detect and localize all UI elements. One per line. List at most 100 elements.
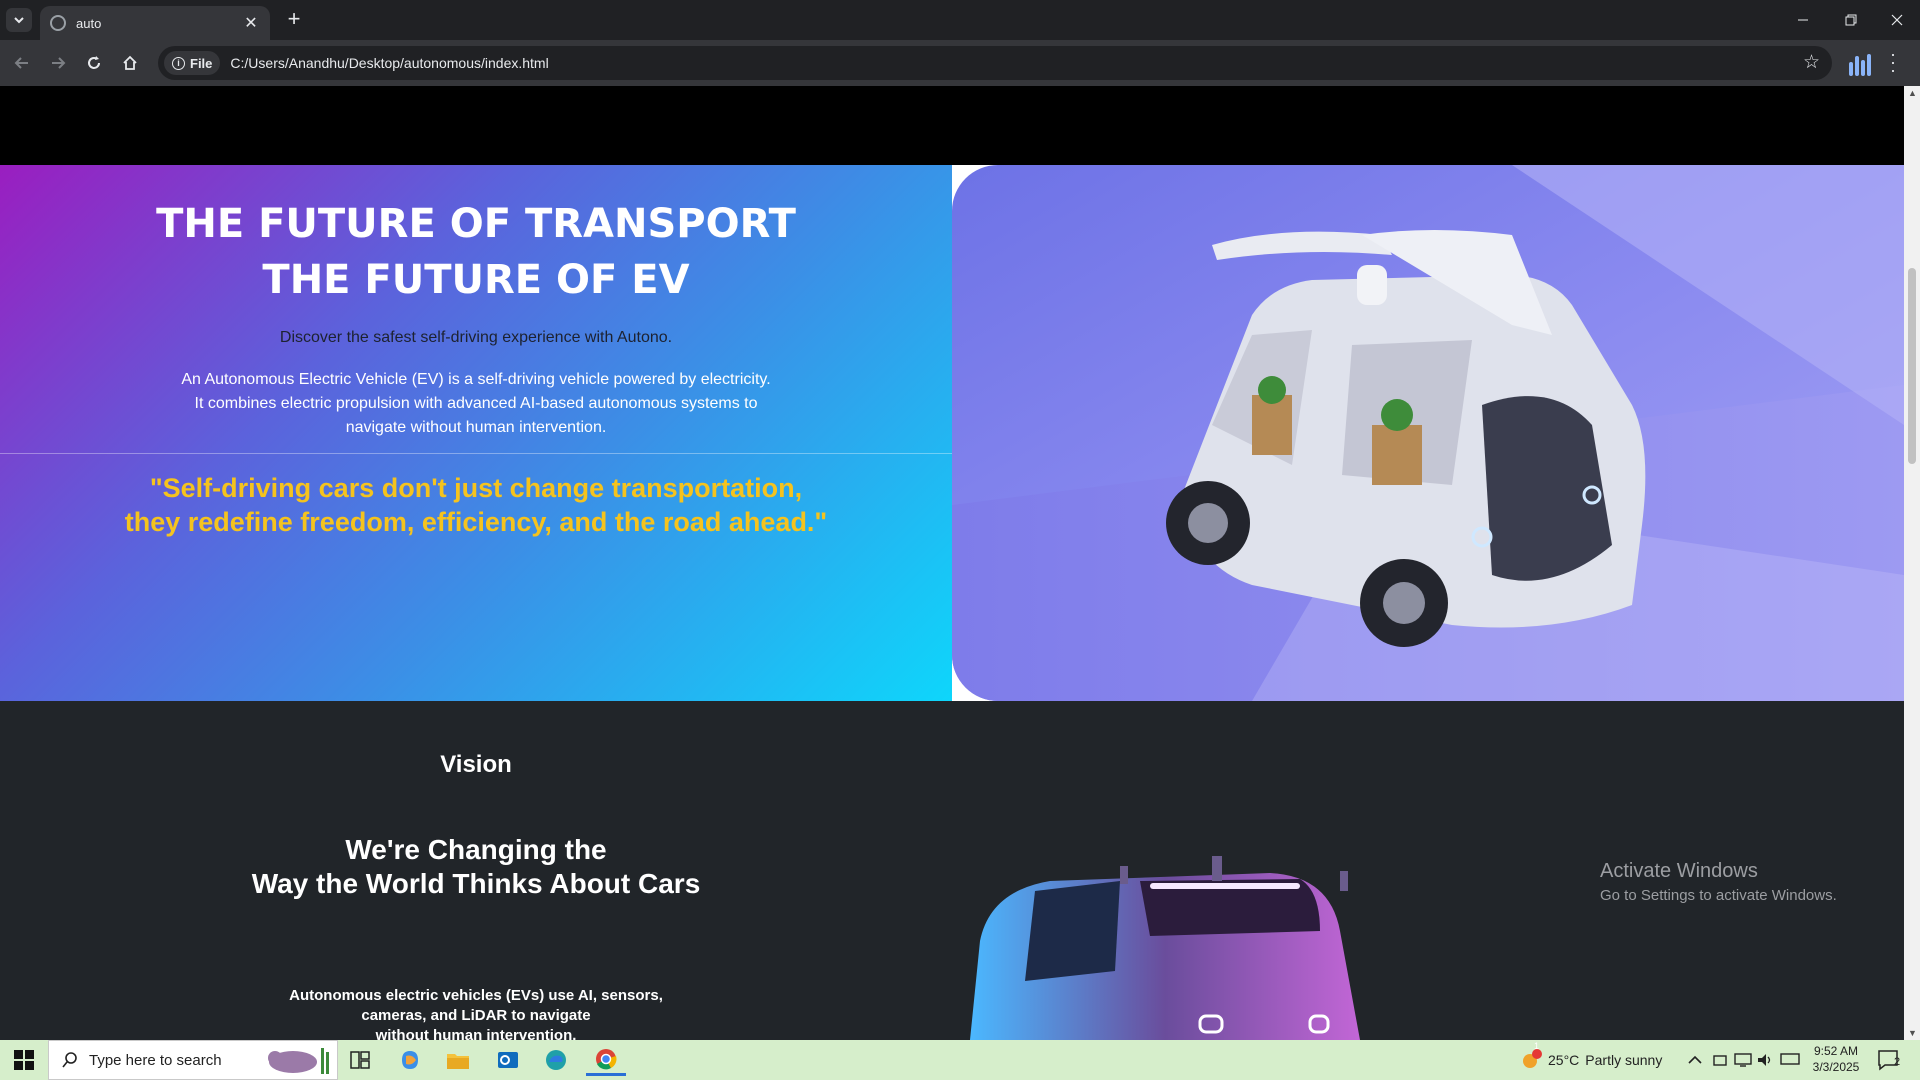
hero-title-line1: THE FUTURE OF TRANSPORT (156, 201, 796, 247)
tab-strip: auto ✕ + (0, 0, 1920, 40)
vision-text-line1: Autonomous electric vehicles (EVs) use A… (289, 987, 663, 1004)
activate-windows-watermark: Activate Windows Go to Settings to activ… (1600, 860, 1837, 904)
vision-heading: We're Changing the Way the World Thinks … (0, 833, 952, 901)
outlook-icon (498, 1052, 518, 1068)
close-tab-icon[interactable]: ✕ (242, 13, 260, 33)
vision-text-line2: cameras, and LiDAR to navigate (361, 1007, 591, 1024)
site-info-label: File (190, 55, 213, 71)
hippo-search-highlight-icon (268, 1048, 329, 1074)
network-tray[interactable] (1734, 1040, 1752, 1080)
url-text[interactable]: C:/Users/Anandhu/Desktop/autonomous/inde… (230, 55, 548, 71)
weather-sun-icon (1523, 1049, 1542, 1068)
windows-logo-icon (14, 1050, 34, 1070)
home-icon (123, 55, 137, 70)
vision-label: Vision (440, 751, 512, 778)
hero-section: THE FUTURE OF TRANSPORT THE FUTURE OF EV… (0, 165, 1904, 701)
close-window-button[interactable] (1874, 0, 1920, 40)
vision-heading-line2: Way the World Thinks About Cars (251, 868, 701, 899)
globe-icon (50, 15, 66, 31)
profile-avatar-icon[interactable] (1846, 50, 1874, 76)
navbar-area (0, 86, 1904, 165)
task-view-button[interactable] (340, 1044, 380, 1076)
weather-condition: Partly sunny (1585, 1052, 1663, 1068)
file-explorer-app[interactable] (438, 1044, 478, 1076)
site-info-chip[interactable]: i File (164, 51, 221, 75)
display-tray[interactable] (1780, 1040, 1800, 1080)
close-icon (1891, 14, 1903, 26)
vision-description: Autonomous electric vehicles (EVs) use A… (270, 986, 682, 1040)
info-icon: i (172, 56, 185, 70)
scroll-thumb[interactable] (1908, 268, 1916, 464)
robotaxi-image (940, 821, 1420, 1040)
chrome-app[interactable] (586, 1044, 626, 1076)
vision-heading-line1: We're Changing the (345, 834, 607, 865)
windows-taskbar: Type here to search 1 25°C Partly sunny (0, 1040, 1920, 1080)
clock-time: 9:52 AM (1813, 1044, 1859, 1058)
notification-center-button[interactable]: 2 (1876, 1048, 1906, 1072)
task-view-icon (350, 1051, 370, 1069)
restore-icon (1845, 14, 1857, 26)
edge-icon (546, 1050, 566, 1070)
activate-windows-subtitle: Go to Settings to activate Windows. (1600, 887, 1837, 904)
clock-date: 3/3/2025 (1812, 1060, 1860, 1074)
volume-tray[interactable] (1756, 1040, 1774, 1080)
hero-subtitle: Discover the safest self-driving experie… (279, 329, 673, 346)
delivery-vehicle-image (952, 165, 1904, 701)
scroll-down-arrow-icon[interactable]: ▼ (1908, 1028, 1917, 1038)
notification-icon (1878, 1050, 1898, 1071)
show-hidden-icons-button[interactable] (1688, 1040, 1702, 1080)
copilot-app[interactable] (390, 1044, 430, 1076)
scroll-up-arrow-icon[interactable]: ▲ (1908, 88, 1917, 98)
reload-icon (88, 56, 100, 69)
folder-icon (447, 1054, 469, 1069)
notification-count: 2 (1894, 1056, 1901, 1068)
weather-temperature: 25°C (1548, 1052, 1580, 1068)
address-bar[interactable]: i File C:/Users/Anandhu/Desktop/autonomo… (158, 46, 1832, 80)
speaker-icon (1758, 1054, 1771, 1066)
hero-quote-line1: "Self-driving cars don't just change tra… (149, 473, 803, 503)
outlook-app[interactable] (488, 1044, 528, 1076)
hero-description: An Autonomous Electric Vehicle (EV) is a… (160, 368, 792, 440)
reload-button[interactable] (80, 49, 108, 77)
browser-tab[interactable]: auto ✕ (40, 6, 270, 40)
back-button[interactable] (8, 49, 36, 77)
restore-button[interactable] (1828, 0, 1874, 40)
taskbar-clock[interactable]: 9:52 AM 3/3/2025 (1808, 1043, 1864, 1075)
hero-quote-line2: they redefine freedom, efficiency, and t… (124, 507, 828, 537)
monitor-icon (1780, 1053, 1800, 1065)
hero-divider (0, 453, 952, 454)
hero-desc-line3: navigate without human intervention. (345, 419, 607, 436)
tab-title: auto (76, 15, 102, 31)
hero-title-line2: THE FUTURE OF EV (262, 257, 690, 303)
forward-button[interactable] (44, 49, 72, 77)
hero-text-panel: THE FUTURE OF TRANSPORT THE FUTURE OF EV… (0, 165, 952, 701)
activate-windows-title: Activate Windows (1600, 860, 1758, 882)
hero-image-panel (952, 165, 1904, 701)
weather-badge: 1 (1534, 1041, 1540, 1051)
taskbar-search-placeholder: Type here to search (89, 1051, 222, 1069)
pc-icon (1734, 1053, 1752, 1067)
minimize-button[interactable] (1780, 0, 1826, 40)
menu-dots-icon[interactable]: · · · (1886, 45, 1900, 79)
minimize-icon (1798, 19, 1808, 21)
home-button[interactable] (116, 49, 144, 77)
taskbar-search-box[interactable]: Type here to search (48, 1040, 338, 1080)
page-scrollbar[interactable]: ▲ ▼ (1904, 86, 1920, 1040)
start-button[interactable] (0, 1040, 48, 1080)
chrome-icon (596, 1048, 617, 1069)
meet-now-tray[interactable] (1712, 1040, 1728, 1080)
hero-desc-line1: An Autonomous Electric Vehicle (EV) is a… (181, 371, 771, 388)
new-tab-button[interactable]: + (282, 8, 306, 32)
search-icon (62, 1052, 77, 1068)
vision-text-line3: without human intervention. (375, 1027, 577, 1040)
tab-search-button[interactable] (6, 8, 32, 32)
browser-toolbar: i File C:/Users/Anandhu/Desktop/autonomo… (0, 40, 1920, 86)
bookmark-star-icon[interactable]: ☆ (1803, 51, 1820, 74)
arrow-right-icon (52, 57, 66, 69)
weather-widget[interactable]: 1 25°C Partly sunny (1520, 1040, 1662, 1080)
chevron-up-icon (1688, 1055, 1702, 1064)
copilot-icon (402, 1051, 418, 1069)
edge-app[interactable] (536, 1044, 576, 1076)
arrow-left-icon (14, 57, 28, 69)
hero-quote: "Self-driving cars don't just change tra… (100, 471, 852, 539)
